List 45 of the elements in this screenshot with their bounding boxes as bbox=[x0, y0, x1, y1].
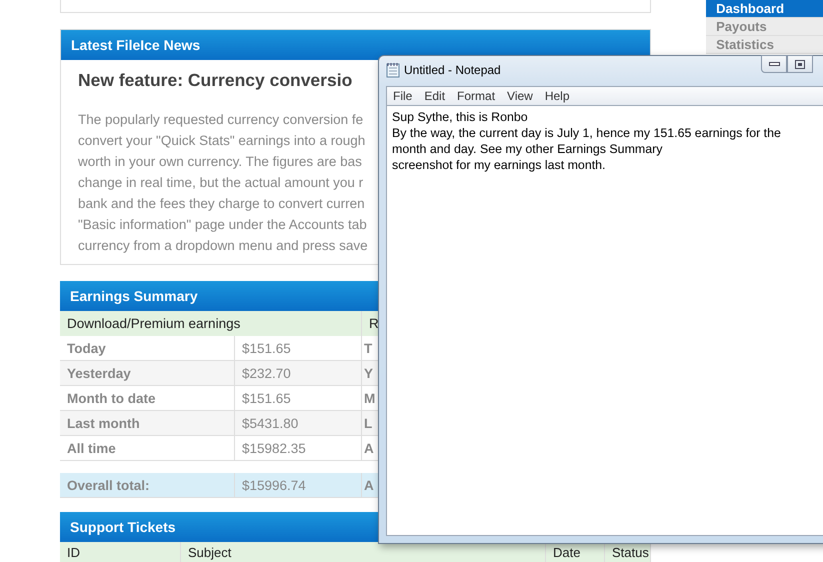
table-header: Download/Premium earnings bbox=[60, 311, 362, 336]
column-header: Status bbox=[605, 542, 652, 562]
row-label: Last month bbox=[60, 411, 235, 436]
maximize-button[interactable] bbox=[787, 55, 813, 73]
row-label: Overall total: bbox=[60, 473, 235, 498]
menu-item[interactable]: Format bbox=[451, 89, 502, 103]
row-label: Yesterday bbox=[60, 361, 235, 386]
text-line: By the way, the current day is July 1, hence my 151.65 earnings for the bbox=[392, 125, 781, 141]
text-line: screenshot for my earnings last month. bbox=[392, 157, 606, 173]
news-text-line: convert your "Quick Stats" earnings into a rough bbox=[78, 132, 366, 150]
menu-item[interactable]: View bbox=[501, 89, 539, 103]
row-label: Today bbox=[60, 336, 235, 361]
menu-item[interactable]: File bbox=[387, 89, 418, 103]
table-cell: $5431.80 bbox=[235, 411, 362, 436]
minimize-icon bbox=[768, 62, 780, 66]
news-text-line: currency from a dropdown menu and press save bbox=[78, 237, 368, 255]
maximize-icon bbox=[795, 60, 805, 68]
minimize-button[interactable] bbox=[761, 55, 787, 73]
news-text-line: change in real time, but the actual amount you r bbox=[78, 174, 364, 192]
window-title: Untitled - Notepad bbox=[404, 63, 501, 77]
news-text-line: "Basic information" page under the Accounts tab bbox=[78, 216, 367, 234]
news-text-line: The popularly requested currency conversion fe bbox=[78, 111, 364, 129]
table-cell: $15982.35 bbox=[235, 436, 362, 461]
notepad-icon bbox=[386, 62, 400, 78]
news-text-line: bank and the fees they charge to convert curren bbox=[78, 195, 365, 213]
panel-title: Earnings Summary bbox=[70, 288, 198, 304]
panel-title: Support Tickets bbox=[70, 519, 176, 535]
menu-item[interactable]: Edit bbox=[418, 89, 452, 103]
panel-title: Latest FileIce News bbox=[71, 37, 200, 53]
news-text-line: worth in your own currency. The figures are bas bbox=[78, 153, 362, 171]
news-headline: New feature: Currency conversio bbox=[78, 70, 352, 91]
table-cell: $151.65 bbox=[235, 336, 362, 361]
row-label: All time bbox=[60, 436, 235, 461]
table-cell: $232.70 bbox=[235, 361, 362, 386]
sidebar-item[interactable]: Dashboard bbox=[706, 0, 823, 18]
menu-item[interactable]: Help bbox=[538, 89, 576, 103]
table-cell: $15996.74 bbox=[235, 473, 362, 498]
text-line: month and day. See my other Earnings Summary bbox=[392, 141, 662, 157]
column-header: Date bbox=[546, 542, 605, 562]
row-label: Month to date bbox=[60, 386, 235, 411]
column-header: ID bbox=[60, 542, 181, 562]
text-line: Sup Sythe, this is Ronbo bbox=[392, 109, 528, 125]
column-header: Subject bbox=[181, 542, 546, 562]
table-cell: $151.65 bbox=[235, 386, 362, 411]
text-area[interactable]: Sup Sythe, this is Ronbo By the way, the current day is July 1, hence my 151.65 earnings for the month and day. See my other Earnings Summary screenshot for my earnings last month. bbox=[386, 105, 823, 536]
